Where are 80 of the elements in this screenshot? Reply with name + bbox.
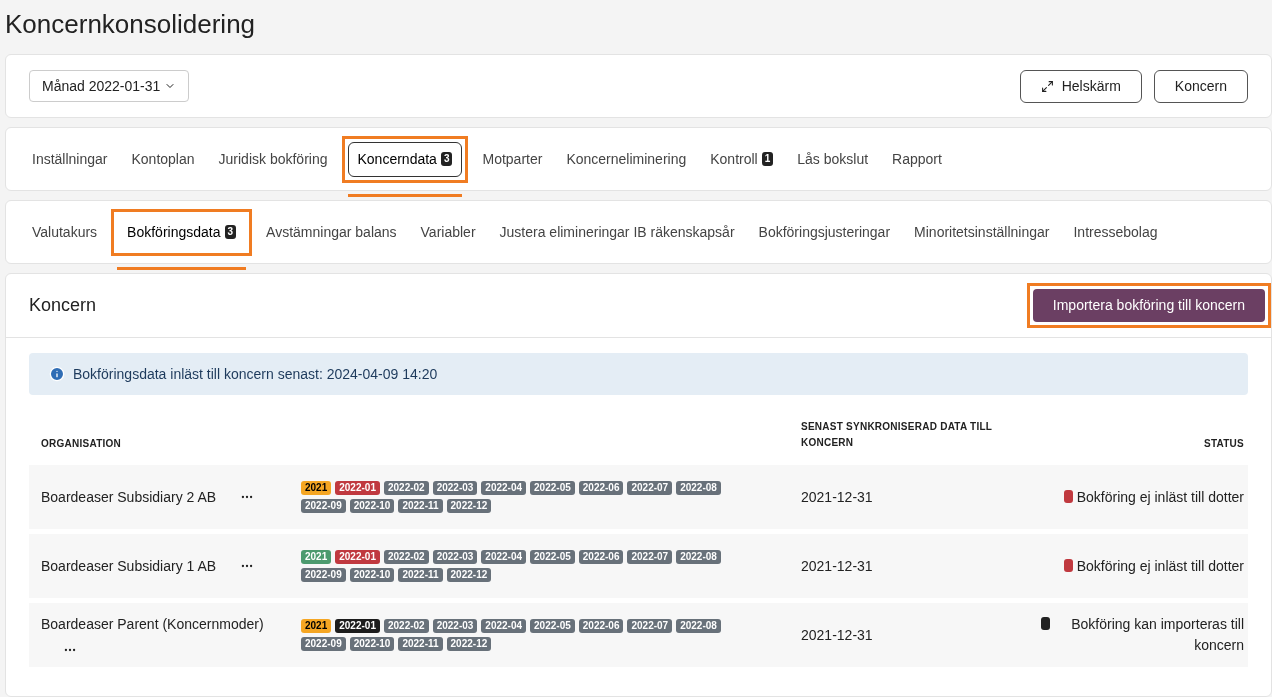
tab[interactable]: Bokföringsdata 3 [117, 214, 247, 250]
column-header: ORGANISATION [40, 437, 123, 451]
period-tag: 2022-07 [627, 550, 673, 564]
period-tag: 2022-02 [383, 550, 429, 564]
toolbar-button[interactable]: Helskärm [1019, 69, 1142, 103]
info-icon [49, 366, 65, 382]
expand-icon [1040, 79, 1054, 93]
tab[interactable]: Motparter [472, 141, 553, 177]
period-tag: 2021 [301, 619, 332, 633]
period-tag: 2022-10 [349, 499, 395, 513]
tab[interactable]: Bokföringsjusteringar [748, 214, 901, 250]
tab[interactable]: Minoritetsinställningar [904, 214, 1060, 250]
period-dropdown[interactable]: Månad 2022-01-31 [29, 70, 190, 102]
toolbar-button[interactable]: Koncern [1153, 69, 1248, 103]
period-tag: 2022-07 [627, 481, 673, 495]
tab[interactable]: Kontroll 1 [700, 141, 784, 177]
tab[interactable]: Rapport [882, 141, 952, 177]
synced-date: 2021-12-31 [801, 625, 874, 645]
period-tag: 2021 [301, 481, 332, 495]
page-title: Koncernkonsolidering [5, 8, 257, 41]
period-tag: 2022-04 [481, 550, 527, 564]
tab[interactable]: Intressebolag [1063, 214, 1168, 250]
panel-title: Koncern [29, 294, 97, 317]
import-button[interactable]: Importera bokföring till koncern [1032, 289, 1265, 322]
period-tag: 2022-09 [301, 499, 346, 513]
count-badge: 3 [440, 152, 453, 166]
period-tag: 2022-02 [383, 481, 429, 495]
tab[interactable]: Lås bokslut [787, 141, 879, 177]
period-tag: 2022-08 [676, 550, 721, 564]
period-tag: 2022-01 [335, 619, 380, 633]
period-tag: 2022-06 [578, 481, 624, 495]
info-text: Bokföringsdata inläst till koncern senast: 2024-04-09 14:20 [73, 364, 438, 384]
synced-date: 2021-12-31 [801, 556, 874, 576]
period-tag: 2022-03 [432, 481, 478, 495]
synced-date: 2021-12-31 [801, 487, 874, 507]
period-tag: 2022-12 [446, 499, 492, 513]
period-tag: 2022-11 [398, 637, 443, 651]
tab[interactable]: Koncerneliminering [556, 141, 697, 177]
tab[interactable]: Juridisk bokföring [208, 141, 338, 177]
period-tag: 2022-10 [349, 637, 395, 651]
status-text: Bokföring ej inläst till dotter [1076, 487, 1244, 507]
tab[interactable]: Kontoplan [121, 141, 205, 177]
period-tag: 2022-11 [398, 499, 443, 513]
period-tag: 2022-07 [627, 619, 673, 633]
period-tag: 2022-06 [578, 619, 624, 633]
period-tag: 2022-03 [432, 550, 478, 564]
period-tag: 2022-01 [335, 481, 380, 495]
status-text: Bokföring ej inläst till dotter [1076, 556, 1244, 576]
period-tag: 2022-06 [578, 550, 624, 564]
organisation-name: Boardeaser Parent (Koncernmoder) [41, 614, 264, 634]
period-tag: 2022-12 [446, 637, 492, 651]
period-tag: 2022-01 [335, 550, 380, 564]
column-header: SENAST SYNKRONISERAD DATA TILL KONCERN [801, 420, 994, 450]
organisation-name: Boardeaser Subsidiary 2 AB [41, 487, 217, 507]
tab[interactable]: Valutakurs [22, 214, 108, 250]
period-tag: 2022-11 [398, 568, 443, 582]
period-tag: 2022-02 [383, 619, 429, 633]
tab[interactable]: Variabler [410, 214, 486, 250]
period-tag: 2022-03 [432, 619, 478, 633]
count-badge: 1 [761, 152, 774, 166]
period-tag: 2022-10 [349, 568, 395, 582]
tab[interactable]: Justera elimineringar IB räkenskapsår [489, 214, 745, 250]
period-tag: 2021 [301, 550, 332, 564]
period-tag: 2022-04 [481, 481, 527, 495]
period-tag: 2022-05 [530, 619, 575, 633]
period-tag: 2022-05 [530, 481, 575, 495]
period-tag: 2022-08 [676, 619, 721, 633]
period-tag: 2022-05 [530, 550, 575, 564]
organisation-name: Boardeaser Subsidiary 1 AB [41, 556, 217, 576]
period-tag: 2022-12 [446, 568, 492, 582]
tab[interactable]: Koncerndata 3 [347, 141, 463, 177]
tab[interactable]: Avstämningar balans [256, 214, 407, 250]
tab[interactable]: Inställningar [22, 141, 118, 177]
column-header: STATUS [1203, 437, 1245, 451]
period-tag: 2022-04 [481, 619, 527, 633]
count-badge: 3 [224, 225, 237, 239]
period-tag: 2022-09 [301, 568, 346, 582]
period-tag: 2022-08 [676, 481, 721, 495]
period-tag: 2022-09 [301, 637, 346, 651]
status-text: Bokföring kan importeras till koncern [1070, 615, 1244, 655]
